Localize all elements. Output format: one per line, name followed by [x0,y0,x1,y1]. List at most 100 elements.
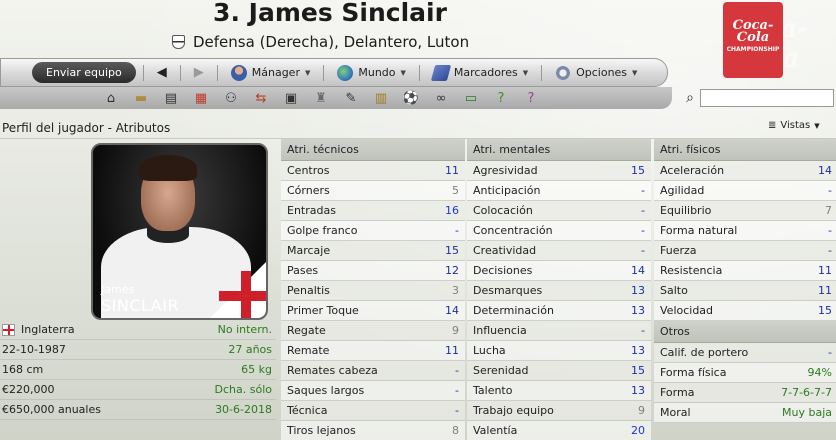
attribute-row: Creatividad - [467,241,651,261]
menu-options-label: Opciones [576,66,628,79]
nationality[interactable]: Inglaterra [21,323,75,336]
attribute-row: Penaltis 3 [281,281,465,301]
attribute-name: Moral [660,406,691,419]
league-logo: Coca-Cola Coca-Cola CHAMPIONSHIP [698,0,836,92]
attribute-name: Remates cabeza [287,364,378,377]
views-icon: ≣ [768,120,777,131]
attribute-value: 11 [818,264,832,277]
transfers-icon[interactable]: ⇆ [250,89,272,107]
attribute-row: Calif. de portero - [654,343,836,363]
clipboard-icon[interactable]: ▥ [370,89,392,107]
search-player-icon[interactable]: ✎ [340,89,362,107]
views-label: Vistas [780,120,811,131]
attribute-name: Talento [473,384,513,397]
inbox-icon[interactable]: ▬ [130,89,152,107]
attribute-row: Anticipación - [467,181,651,201]
main-navbar: Enviar equipo ◀ ▶ Mánager ▼ Mundo ▼ Marc… [0,58,668,87]
photo-hair [139,155,197,181]
nav-divider [418,64,420,81]
attribute-name: Tiros lejanos [287,424,356,437]
views-dropdown[interactable]: ≣ Vistas ▼ [768,120,820,131]
attribute-row: Salto 11 [654,281,836,301]
menu-options[interactable]: Opciones ▼ [549,64,643,81]
nav-divider [541,64,543,81]
info-row-contract: €650,000 anuales 30-6-2018 [0,400,276,420]
attribute-value: - [828,224,832,237]
photo-last-name: SINCLAIR [101,296,180,315]
tactics-icon[interactable]: ▣ [280,89,302,107]
home-icon[interactable]: ⌂ [100,89,122,107]
attribute-value: Muy baja [782,406,832,419]
trophy-icon[interactable]: ♜ [310,89,332,107]
calendar-icon[interactable]: ▦ [190,89,212,107]
menu-manager[interactable]: Mánager ▼ [225,64,317,81]
attribute-row: Técnica - [281,401,465,421]
squad-icon[interactable]: ⚇ [220,89,242,107]
help-icon[interactable]: ? [490,89,512,107]
attribute-row: Primer Toque 14 [281,301,465,321]
chevron-down-icon: ▼ [304,68,311,77]
attribute-value: - [828,184,832,197]
attribute-name: Golpe franco [287,224,358,237]
attribute-name: Remate [287,344,330,357]
options-icon [555,64,572,81]
player-photo: James SINCLAIR [91,143,268,320]
attribute-value: 11 [818,284,832,297]
attribute-row: Agilidad - [654,181,836,201]
attribute-name: Regate [287,324,326,337]
attribute-name: Entradas [287,204,336,217]
attribute-row: Agresividad 15 [467,161,651,181]
attribute-value: - [641,224,645,237]
mental-header: Atri. mentales [467,139,651,161]
finance-icon[interactable]: ▭ [460,89,482,107]
attribute-row: Pases 12 [281,261,465,281]
search-icon[interactable]: ⌕ [680,88,700,108]
attribute-value: 11 [445,164,459,177]
training-icon[interactable]: ⚽ [400,89,422,107]
news-icon[interactable]: ▤ [160,89,182,107]
attribute-value: - [828,346,832,359]
scouting-icon[interactable]: ∞ [430,89,452,107]
attribute-name: Técnica [287,404,328,417]
england-flag-icon [2,323,15,336]
search-area: ⌕ [680,88,836,108]
attribute-name: Penaltis [287,284,330,297]
send-team-button[interactable]: Enviar equipo [32,62,136,83]
flag-cross-horizontal [219,291,266,301]
league-badge: Coca-Cola CHAMPIONSHIP [723,2,783,78]
menu-scores[interactable]: Marcadores ▼ [427,64,534,81]
search-input[interactable] [700,89,834,107]
attribute-value: 13 [631,384,645,397]
forward-arrow-icon[interactable]: ▶ [188,65,210,80]
nav-divider [142,64,144,81]
question-icon[interactable]: ? [520,89,542,107]
attribute-value: - [828,244,832,257]
attribute-value: 9 [638,404,645,417]
attribute-value: 5 [452,184,459,197]
attribute-value: 13 [631,344,645,357]
attribute-value: 9 [452,324,459,337]
menu-world[interactable]: Mundo ▼ [331,64,412,81]
chevron-down-icon: ▼ [400,68,406,77]
attribute-name: Salto [660,284,688,297]
physical-rows: Aceleración 14 Agilidad - Equilibrio 7 Forma n… [654,161,836,321]
attribute-row: Tiros lejanos 8 [281,421,465,440]
attribute-name: Trabajo equipo [473,404,554,417]
player-subtitle: Defensa (Derecha), Delantero, Luton [172,32,469,52]
attribute-row: Resistencia 11 [654,261,836,281]
attribute-name: Fuerza [660,244,697,257]
attribute-row: Trabajo equipo 9 [467,401,651,421]
back-arrow-icon[interactable]: ◀ [151,65,173,80]
attribute-name: Desmarques [473,284,543,297]
technical-header: Atri. técnicos [281,139,465,161]
attribute-name: Calif. de portero [660,346,749,359]
attribute-row: Marcaje 15 [281,241,465,261]
attribute-value: 14 [445,304,459,317]
international-status: No intern. [217,323,272,336]
physical-attributes: Atri. físicos Aceleración 14 Agilidad - Equi… [654,139,836,423]
attribute-name: Concentración [473,224,553,237]
attribute-name: Colocación [473,204,533,217]
attribute-row: Decisiones 14 [467,261,651,281]
attribute-row: Centros 11 [281,161,465,181]
attribute-row: Valentía 20 [467,421,651,440]
